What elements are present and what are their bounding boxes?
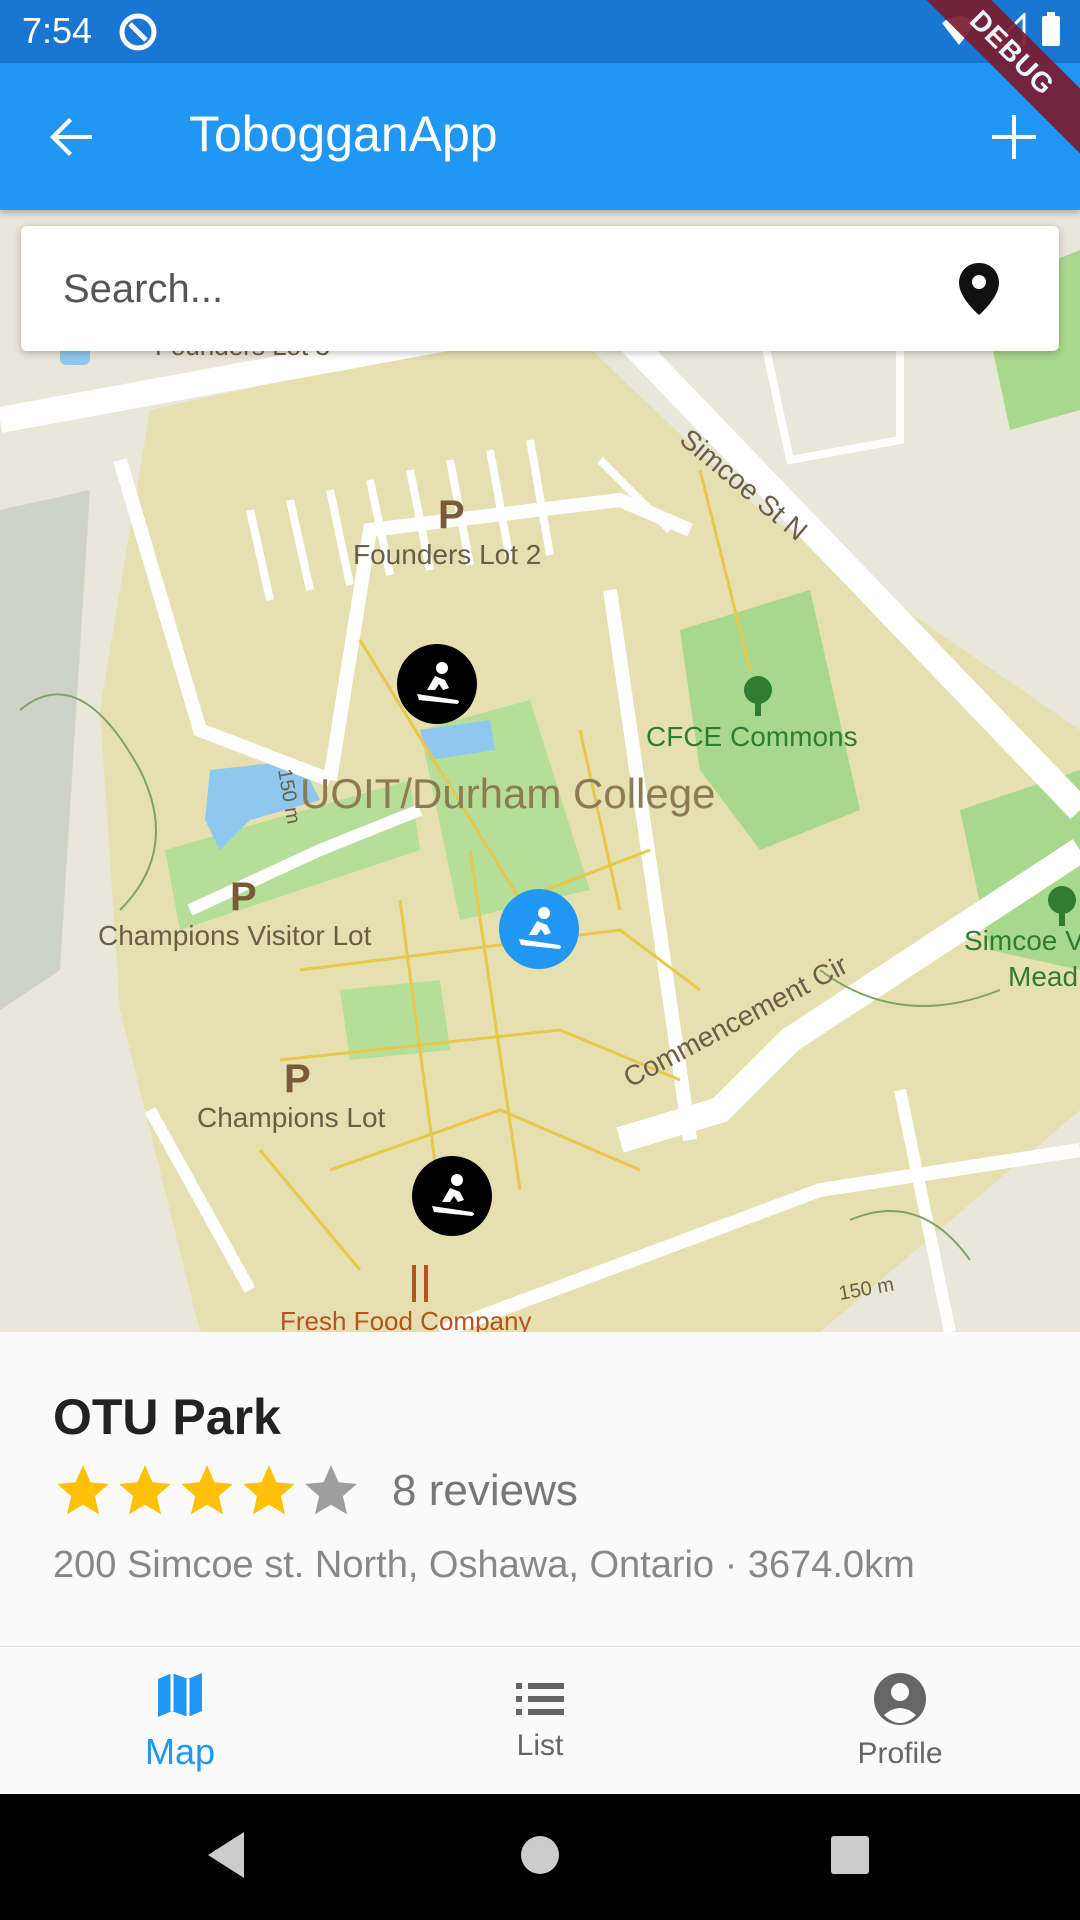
sledding-icon (432, 1174, 474, 1216)
nav-label-map: Map (144, 1731, 216, 1772)
parking-icon: P (438, 493, 465, 537)
app-title: TobogganApp (189, 106, 498, 162)
star-filled-icon (57, 1465, 109, 1515)
rating-row: 8 reviews (52, 1460, 578, 1522)
star-empty-icon (305, 1465, 357, 1515)
add-button[interactable] (982, 105, 1046, 169)
status-time: 7:54 (22, 10, 93, 51)
map-label-simcoe-meadow: Simcoe V (964, 925, 1080, 956)
sledding-icon (417, 662, 459, 704)
system-recents-icon[interactable] (830, 1830, 870, 1880)
list-icon (516, 1683, 564, 1715)
map-label-champions-lot: Champions Lot (197, 1102, 386, 1133)
toboggan-marker[interactable] (412, 1156, 492, 1236)
nav-label-list: List (516, 1729, 564, 1762)
account-circle-icon (874, 1673, 926, 1725)
map-label-cfce: CFCE Commons (646, 721, 858, 752)
toboggan-marker-selected[interactable] (499, 889, 579, 969)
search-input[interactable] (61, 256, 925, 322)
nav-label-profile: Profile (857, 1737, 943, 1770)
battery-icon (1042, 12, 1060, 46)
map-icon (158, 1673, 202, 1717)
place-details[interactable]: OTU Park 8 reviews 200 Simcoe st. North,… (0, 1332, 1080, 1646)
star-filled-icon (243, 1465, 295, 1515)
plus-icon (992, 115, 1036, 159)
map-label-simcoe-meadow: Mead (1008, 961, 1078, 992)
map-view[interactable]: Founders Lot 3 P Founders Lot 2 Simcoe S… (0, 210, 1080, 1332)
bottom-navigation: Map List Profile (0, 1646, 1080, 1795)
system-navigation-bar (0, 1794, 1080, 1920)
parking-icon: P (230, 875, 257, 919)
review-count: 8 reviews (392, 1466, 578, 1515)
map-canvas: Founders Lot 3 P Founders Lot 2 Simcoe S… (0, 210, 1080, 1332)
nav-tab-list[interactable]: List (360, 1647, 720, 1795)
arrow-back-icon (50, 118, 92, 156)
address-distance: 200 Simcoe st. North, Oshawa, Ontario · … (53, 1544, 915, 1586)
map-label-campus: UOIT/Durham College (300, 770, 715, 817)
star-filled-icon (181, 1465, 233, 1515)
nav-tab-map[interactable]: Map (0, 1647, 360, 1795)
sledding-icon (519, 907, 561, 949)
search-bar (21, 226, 1059, 351)
status-bar: 7:54 (0, 0, 1080, 63)
app-bar: TobogganApp (0, 63, 1080, 210)
nav-tab-profile[interactable]: Profile (720, 1647, 1080, 1795)
map-label-fresh-food: Fresh Food Company (280, 1306, 531, 1332)
back-button[interactable] (40, 105, 104, 169)
map-label-founders-lot-2: Founders Lot 2 (353, 539, 541, 570)
location-pin-icon[interactable] (957, 261, 1001, 322)
star-filled-icon (119, 1465, 171, 1515)
map-label-champions-visitor: Champions Visitor Lot (98, 920, 372, 951)
notification-app-icon (118, 12, 158, 57)
system-back-icon[interactable] (206, 1830, 246, 1880)
toboggan-marker[interactable] (397, 644, 477, 724)
parking-icon: P (284, 1057, 311, 1101)
place-name: OTU Park (53, 1389, 281, 1445)
system-home-icon[interactable] (520, 1830, 560, 1880)
